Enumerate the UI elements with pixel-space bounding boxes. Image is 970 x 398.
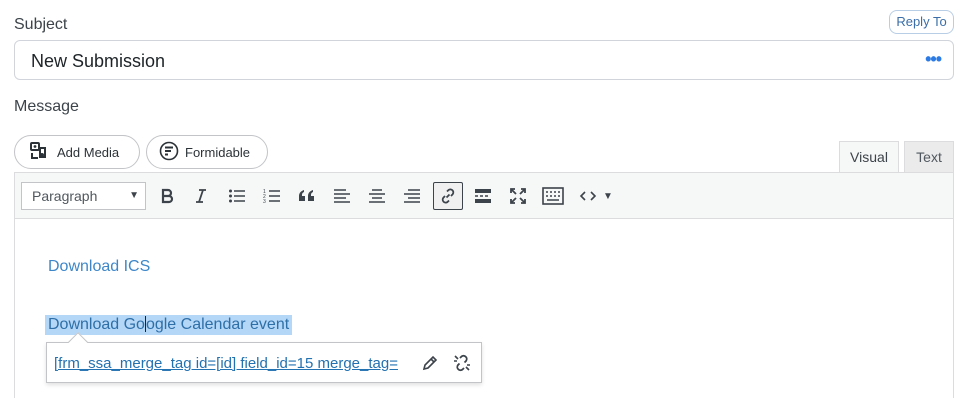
toolbar-toggle-icon xyxy=(542,187,564,205)
unlink-icon[interactable] xyxy=(452,353,472,373)
numbered-list-icon: 123 xyxy=(263,188,281,204)
subject-label: Subject xyxy=(14,16,68,33)
message-label: Message xyxy=(14,98,79,115)
align-center-icon xyxy=(368,188,386,204)
link-popup: [frm_ssa_merge_tag id=[id] field_id=15 m… xyxy=(46,332,482,383)
code-button[interactable]: ▼ xyxy=(575,182,619,210)
align-right-icon xyxy=(403,188,421,204)
chevron-down-icon: ▼ xyxy=(603,190,613,202)
italic-icon xyxy=(193,188,209,204)
more-dots-icon[interactable]: ••• xyxy=(925,49,942,70)
tab-text[interactable]: Text xyxy=(904,141,954,172)
formidable-button[interactable]: Formidable xyxy=(146,135,268,169)
italic-button[interactable] xyxy=(186,182,216,210)
link2-text-end: ogle Calendar event xyxy=(145,316,290,333)
link-icon xyxy=(439,187,457,205)
add-media-button[interactable]: Add Media xyxy=(14,135,140,169)
align-left-button[interactable] xyxy=(327,182,357,210)
blockquote-button[interactable] xyxy=(292,182,322,210)
align-left-icon xyxy=(333,188,351,204)
add-media-label: Add Media xyxy=(57,144,120,160)
subject-input[interactable]: New Submission ••• xyxy=(14,40,954,80)
bullet-list-icon xyxy=(228,188,246,204)
download-google-calendar-link[interactable]: Download Google Calendar event xyxy=(45,315,293,335)
read-more-icon xyxy=(474,188,492,204)
align-right-button[interactable] xyxy=(397,182,427,210)
blockquote-icon xyxy=(298,189,316,203)
formidable-label: Formidable xyxy=(185,144,251,160)
subject-value: New Submission xyxy=(31,51,166,71)
reply-to-button[interactable]: Reply To xyxy=(889,10,954,34)
read-more-button[interactable] xyxy=(468,182,498,210)
svg-text:3: 3 xyxy=(263,199,266,204)
bold-icon xyxy=(159,188,175,204)
format-select[interactable]: Paragraph ▼ xyxy=(21,182,146,210)
fullscreen-icon xyxy=(509,187,527,205)
link-url[interactable]: [frm_ssa_merge_tag id=[id] field_id=15 m… xyxy=(54,355,398,372)
link2-text-start: Download Go xyxy=(48,316,145,333)
chevron-down-icon: ▼ xyxy=(129,190,139,201)
align-center-button[interactable] xyxy=(362,182,392,210)
fullscreen-button[interactable] xyxy=(503,182,533,210)
bullet-list-button[interactable] xyxy=(222,182,252,210)
link-button[interactable] xyxy=(433,182,463,210)
formidable-icon xyxy=(159,141,179,164)
tab-visual[interactable]: Visual xyxy=(839,141,899,173)
format-select-value: Paragraph xyxy=(32,188,98,204)
editor-toolbar: Paragraph ▼ 123 ▼ xyxy=(15,173,953,219)
numbered-list-button[interactable]: 123 xyxy=(257,182,287,210)
download-ics-link[interactable]: Download ICS xyxy=(48,258,150,276)
code-icon xyxy=(579,189,597,203)
add-media-icon xyxy=(29,141,49,164)
bold-button[interactable] xyxy=(152,182,182,210)
toolbar-toggle-button[interactable] xyxy=(538,182,568,210)
pencil-icon[interactable] xyxy=(420,353,440,373)
